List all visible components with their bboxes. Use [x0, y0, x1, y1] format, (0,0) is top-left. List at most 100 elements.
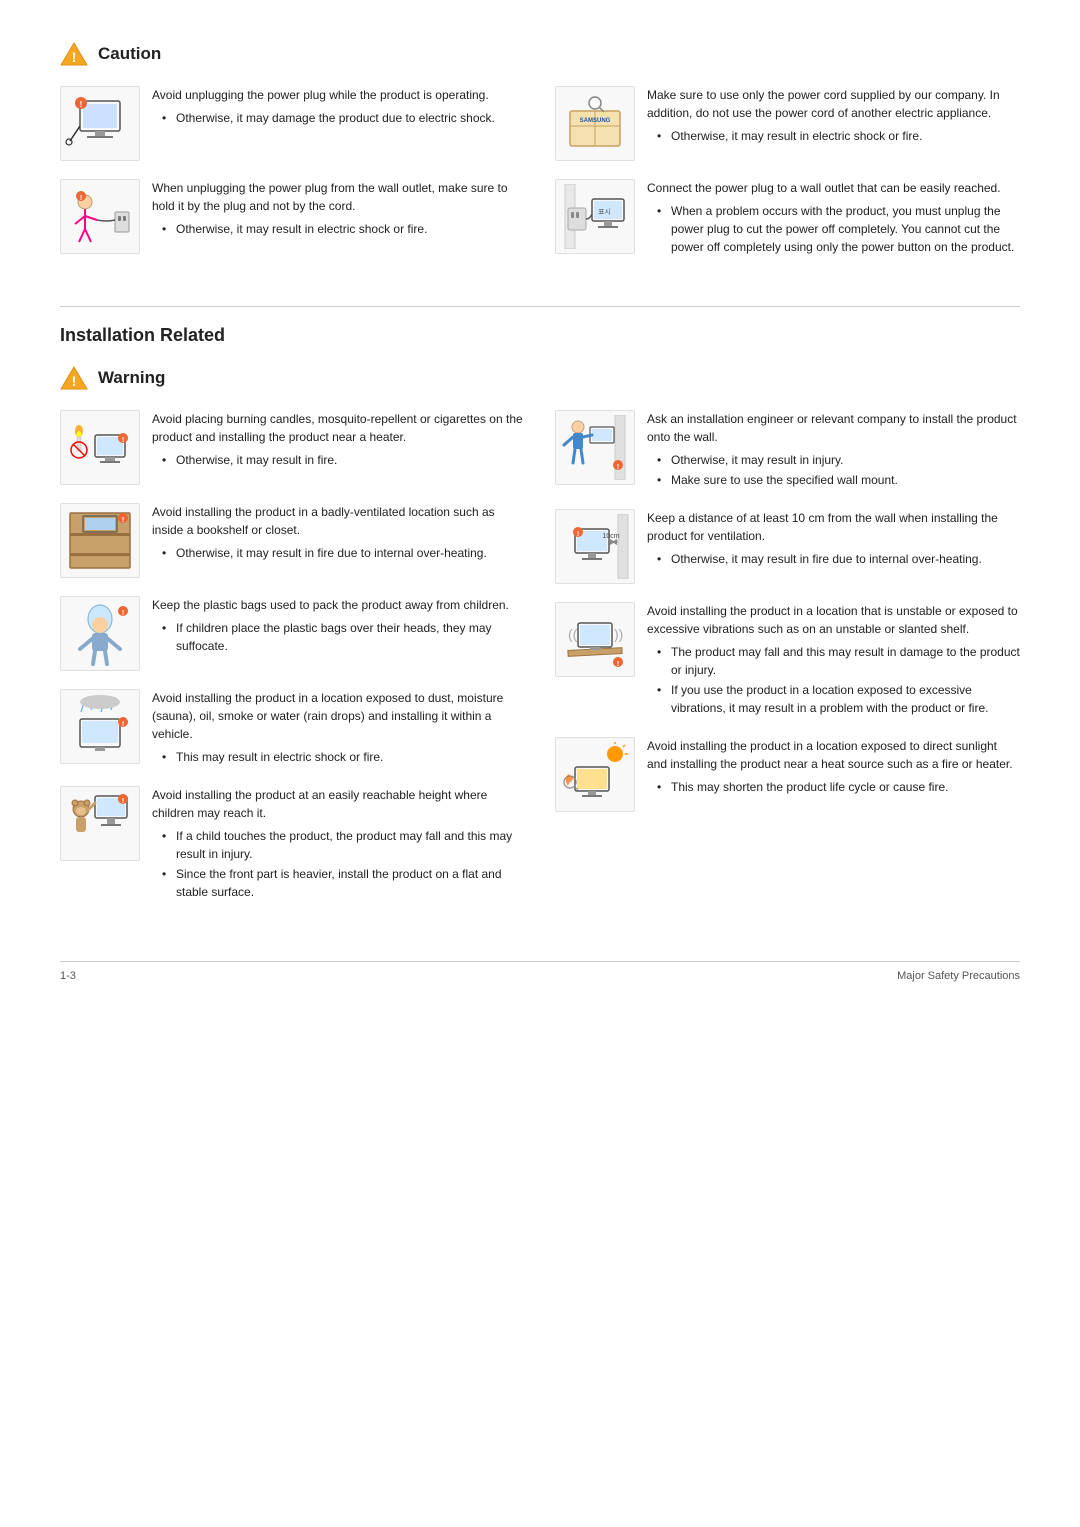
warning-entry-5-text: Avoid installing the product at an easil…: [152, 786, 525, 903]
caution-left-col: ! Avoid unplugging the power plug while …: [60, 86, 525, 276]
svg-text:!: !: [122, 437, 124, 444]
warning-right-entry-4-main: Avoid installing the product in a locati…: [647, 737, 1020, 773]
warning-header: ! Warning: [60, 364, 1020, 392]
caution-title: Caution: [98, 44, 161, 64]
warning-entry-4-text: Avoid installing the product in a locati…: [152, 689, 525, 768]
warning-right-entry-4: Avoid installing the product in a locati…: [555, 737, 1020, 812]
warning-right-illus-1: !: [555, 410, 635, 485]
caution-entry-3: SAMSUNG Make sure to use only the power …: [555, 86, 1020, 161]
caution-icon: !: [60, 40, 88, 68]
svg-text:!: !: [122, 610, 124, 617]
caution-entry-4-main: Connect the power plug to a wall outlet …: [647, 179, 1020, 197]
svg-text:!: !: [72, 49, 77, 65]
svg-text:!: !: [80, 195, 82, 202]
warning-entry-4-bullet-1: This may result in electric shock or fir…: [162, 748, 525, 766]
warning-entry-1-main: Avoid placing burning candles, mosquito-…: [152, 410, 525, 446]
warning-entry-2-bullet-1: Otherwise, it may result in fire due to …: [162, 544, 525, 562]
warning-entry-5-bullets: If a child touches the product, the prod…: [152, 827, 525, 901]
warning-entry-4-main: Avoid installing the product in a locati…: [152, 689, 525, 743]
warning-right-entry-2-bullet-1: Otherwise, it may result in fire due to …: [657, 550, 1020, 568]
caution-entry-2: ! When unplugging the power plug from th…: [60, 179, 525, 254]
caution-entry-1-main: Avoid unplugging the power plug while th…: [152, 86, 525, 104]
warning-right-entry-2-bullets: Otherwise, it may result in fire due to …: [647, 550, 1020, 568]
svg-text:)): )): [614, 626, 623, 642]
warning-entry-1-bullet-1: Otherwise, it may result in fire.: [162, 451, 525, 469]
warning-entry-5-main: Avoid installing the product at an easil…: [152, 786, 525, 822]
warning-illus-1: !: [60, 410, 140, 485]
svg-text:!: !: [617, 464, 619, 471]
warning-entry-2-main: Avoid installing the product in a badly-…: [152, 503, 525, 539]
warning-entry-4: ! Avoid installing the product in a loca…: [60, 689, 525, 768]
caution-entry-1-bullets: Otherwise, it may damage the product due…: [152, 109, 525, 127]
installation-related-section: Installation Related ! Warning: [60, 306, 1020, 921]
caution-header: ! Caution: [60, 40, 1020, 68]
warning-illus-2: !: [60, 503, 140, 578]
caution-entry-4: 표시 Connect the power plug to a wall outl…: [555, 179, 1020, 258]
caution-entry-1-text: Avoid unplugging the power plug while th…: [152, 86, 525, 129]
svg-text:표시: 표시: [598, 208, 611, 216]
warning-entry-3-text: Keep the plastic bags used to pack the p…: [152, 596, 525, 657]
footer-section-name: Major Safety Precautions: [897, 970, 1020, 982]
caution-right-col: SAMSUNG Make sure to use only the power …: [555, 86, 1020, 276]
warning-right-entry-2: 10cm ! Keep a distance of at least 10 cm…: [555, 509, 1020, 584]
warning-grid: ! Avoid placing burning candles, mosquit…: [60, 410, 1020, 921]
warning-right-entry-1: ! Ask an installation engineer or releva…: [555, 410, 1020, 491]
warning-right-entry-3-bullet-2: If you use the product in a location exp…: [657, 681, 1020, 717]
caution-entry-3-main: Make sure to use only the power cord sup…: [647, 86, 1020, 122]
caution-entry-3-text: Make sure to use only the power cord sup…: [647, 86, 1020, 147]
warning-right-entry-3-bullet-1: The product may fall and this may result…: [657, 643, 1020, 679]
caution-grid: ! Avoid unplugging the power plug while …: [60, 86, 1020, 276]
caution-entry-2-main: When unplugging the power plug from the …: [152, 179, 525, 215]
svg-text:((: ((: [568, 626, 578, 642]
caution-illus-3: SAMSUNG: [555, 86, 635, 161]
warning-right-col: ! Ask an installation engineer or releva…: [555, 410, 1020, 921]
caution-entry-4-text: Connect the power plug to a wall outlet …: [647, 179, 1020, 258]
installation-related-title: Installation Related: [60, 306, 1020, 346]
warning-entry-1-bullets: Otherwise, it may result in fire.: [152, 451, 525, 469]
caution-illus-4: 표시: [555, 179, 635, 254]
svg-text:!: !: [577, 531, 579, 538]
warning-right-entry-1-main: Ask an installation engineer or relevant…: [647, 410, 1020, 446]
warning-entry-2-text: Avoid installing the product in a badly-…: [152, 503, 525, 564]
caution-entry-3-bullets: Otherwise, it may result in electric sho…: [647, 127, 1020, 145]
warning-illus-5: !: [60, 786, 140, 861]
svg-text:!: !: [122, 721, 124, 728]
warning-entry-3-bullets: If children place the plastic bags over …: [152, 619, 525, 655]
footer: 1-3 Major Safety Precautions: [60, 961, 1020, 982]
warning-right-illus-4: [555, 737, 635, 812]
caution-illus-2: !: [60, 179, 140, 254]
warning-entry-1: ! Avoid placing burning candles, mosquit…: [60, 410, 525, 485]
warning-right-entry-3: (( )) ! Avoid installing the product in …: [555, 602, 1020, 719]
warning-entry-1-text: Avoid placing burning candles, mosquito-…: [152, 410, 525, 471]
warning-entry-3: ! Keep the plastic bags used to pack the…: [60, 596, 525, 671]
warning-entry-4-bullets: This may result in electric shock or fir…: [152, 748, 525, 766]
warning-right-entry-1-bullet-1: Otherwise, it may result in injury.: [657, 451, 1020, 469]
svg-text:!: !: [122, 517, 124, 524]
warning-right-entry-3-bullets: The product may fall and this may result…: [647, 643, 1020, 717]
caution-section: ! Caution: [60, 40, 1020, 276]
warning-entry-5-bullet-2: Since the front part is heavier, install…: [162, 865, 525, 901]
warning-right-entry-4-bullet-1: This may shorten the product life cycle …: [657, 778, 1020, 796]
caution-entry-1-bullet-1: Otherwise, it may damage the product due…: [162, 109, 525, 127]
warning-right-entry-1-bullets: Otherwise, it may result in injury. Make…: [647, 451, 1020, 489]
svg-text:SAMSUNG: SAMSUNG: [580, 118, 611, 124]
caution-entry-2-bullet-1: Otherwise, it may result in electric sho…: [162, 220, 525, 238]
caution-entry-2-bullets: Otherwise, it may result in electric sho…: [152, 220, 525, 238]
warning-right-entry-1-bullet-2: Make sure to use the specified wall moun…: [657, 471, 1020, 489]
caution-entry-4-bullet-1: When a problem occurs with the product, …: [657, 202, 1020, 256]
caution-entry-3-bullet-1: Otherwise, it may result in electric sho…: [657, 127, 1020, 145]
warning-entry-2: ! Avoid installing the product in a badl…: [60, 503, 525, 578]
warning-right-entry-2-text: Keep a distance of at least 10 cm from t…: [647, 509, 1020, 570]
warning-right-entry-3-text: Avoid installing the product in a locati…: [647, 602, 1020, 719]
warning-right-entry-4-bullets: This may shorten the product life cycle …: [647, 778, 1020, 796]
caution-entry-1: ! Avoid unplugging the power plug while …: [60, 86, 525, 161]
warning-title: Warning: [98, 368, 165, 388]
caution-illus-1: !: [60, 86, 140, 161]
svg-text:!: !: [80, 100, 83, 109]
caution-entry-4-bullets: When a problem occurs with the product, …: [647, 202, 1020, 256]
warning-right-illus-2: 10cm !: [555, 509, 635, 584]
warning-right-illus-3: (( )) !: [555, 602, 635, 677]
warning-entry-5: ! Avoid installing the product at an eas…: [60, 786, 525, 903]
warning-entry-5-bullet-1: If a child touches the product, the prod…: [162, 827, 525, 863]
warning-right-entry-1-text: Ask an installation engineer or relevant…: [647, 410, 1020, 491]
